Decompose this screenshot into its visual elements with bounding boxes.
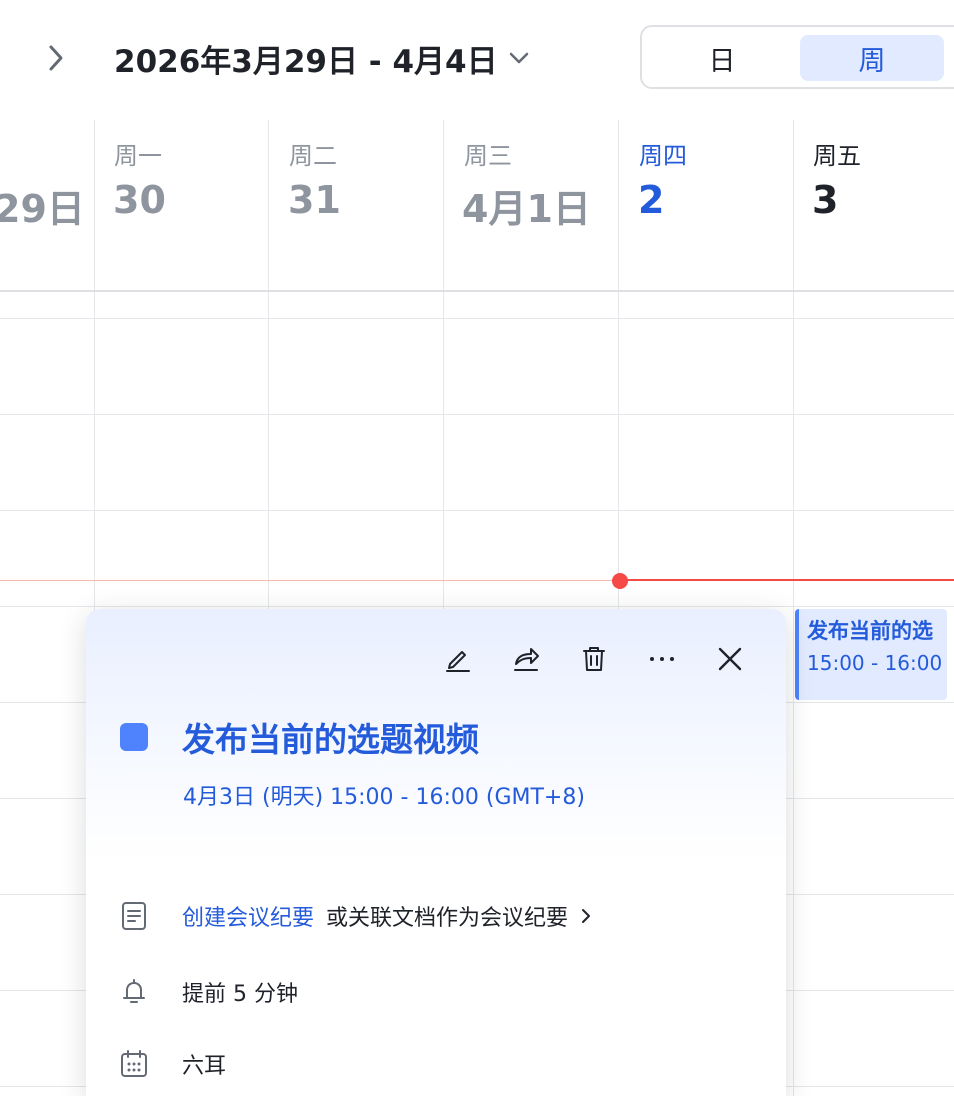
day-weekday: 周一 bbox=[114, 142, 162, 170]
hour-gridline bbox=[0, 606, 954, 607]
current-time-line bbox=[620, 579, 954, 581]
hour-gridline bbox=[0, 414, 954, 415]
bell-icon bbox=[118, 976, 150, 1008]
share-icon bbox=[514, 648, 539, 671]
calendar-name: 六耳 bbox=[182, 1054, 227, 1079]
reminder-text: 提前 5 分钟 bbox=[182, 982, 298, 1007]
day-headers: 29日 周一 30 周二 31 周三 4月1日 周四 2 周五 3 bbox=[0, 120, 954, 292]
delete-button[interactable] bbox=[560, 637, 628, 681]
current-time-dot bbox=[612, 573, 628, 589]
chevron-down-icon bbox=[509, 52, 528, 64]
pencil-icon bbox=[446, 651, 470, 672]
event-title: 发布当前的选题视频 bbox=[182, 720, 479, 759]
chevron-right-icon bbox=[49, 45, 63, 71]
chevron-right-icon bbox=[582, 909, 591, 923]
calendar-icon bbox=[118, 1048, 150, 1080]
event-block-title: 发布当前的选 bbox=[807, 619, 933, 643]
day-date: 3 bbox=[812, 178, 839, 222]
day-weekday: 周五 bbox=[813, 142, 861, 170]
document-icon bbox=[118, 900, 150, 932]
hour-gridline bbox=[0, 318, 954, 319]
day-column-monday[interactable]: 周一 30 bbox=[94, 120, 268, 292]
hour-gridline bbox=[0, 510, 954, 511]
event-block-time: 15:00 - 16:00 bbox=[807, 651, 943, 675]
event-time: 4月3日 (明天) 15:00 - 16:00 (GMT+8) bbox=[183, 785, 585, 810]
event-color-swatch bbox=[120, 723, 148, 751]
day-date: 31 bbox=[288, 178, 341, 222]
meeting-notes-row: 创建会议纪要 或关联文档作为会议纪要 bbox=[118, 899, 591, 933]
popup-toolbar bbox=[424, 637, 764, 681]
close-button[interactable] bbox=[696, 637, 764, 681]
day-column-sunday[interactable]: 29日 bbox=[0, 120, 94, 292]
date-range-picker[interactable]: 2026年3月29日 - 4月4日 bbox=[114, 36, 530, 80]
share-button[interactable] bbox=[492, 637, 560, 681]
calendar-row: 六耳 bbox=[118, 1047, 226, 1081]
link-document-button[interactable]: 或关联文档作为会议纪要 bbox=[326, 900, 592, 932]
current-time-line-past bbox=[0, 580, 620, 581]
day-weekday: 周三 bbox=[464, 142, 512, 170]
view-week-button[interactable]: 周 bbox=[800, 35, 944, 81]
calendar-header: 2026年3月29日 - 4月4日 日 周 bbox=[0, 0, 954, 120]
create-meeting-notes-link[interactable]: 创建会议纪要 bbox=[182, 900, 314, 932]
next-week-button[interactable] bbox=[38, 38, 74, 78]
date-range-label: 2026年3月29日 - 4月4日 bbox=[114, 43, 498, 80]
day-column-tuesday[interactable]: 周二 31 bbox=[268, 120, 443, 292]
more-icon bbox=[650, 657, 674, 661]
trash-icon bbox=[583, 647, 605, 671]
day-column-friday[interactable]: 周五 3 bbox=[793, 120, 954, 292]
event-detail-popup: 发布当前的选题视频 4月3日 (明天) 15:00 - 16:00 (GMT+8… bbox=[86, 609, 786, 1096]
day-date: 29日 bbox=[0, 187, 85, 231]
day-date: 4月1日 bbox=[462, 187, 591, 231]
edit-button[interactable] bbox=[424, 637, 492, 681]
day-date: 30 bbox=[113, 178, 166, 222]
link-document-label: 或关联文档作为会议纪要 bbox=[326, 906, 569, 931]
event-block[interactable]: 发布当前的选 15:00 - 16:00 bbox=[795, 609, 947, 700]
reminder-row: 提前 5 分钟 bbox=[118, 975, 298, 1009]
day-weekday: 周四 bbox=[639, 142, 687, 170]
day-column-thursday-today[interactable]: 周四 2 bbox=[618, 120, 793, 292]
day-column-wednesday[interactable]: 周三 4月1日 bbox=[443, 120, 618, 292]
view-day-button[interactable]: 日 bbox=[652, 35, 792, 81]
more-button[interactable] bbox=[628, 637, 696, 681]
close-icon bbox=[718, 647, 742, 671]
day-weekday: 周二 bbox=[289, 142, 337, 170]
view-switcher: 日 周 bbox=[640, 25, 954, 89]
day-date: 2 bbox=[638, 178, 665, 222]
